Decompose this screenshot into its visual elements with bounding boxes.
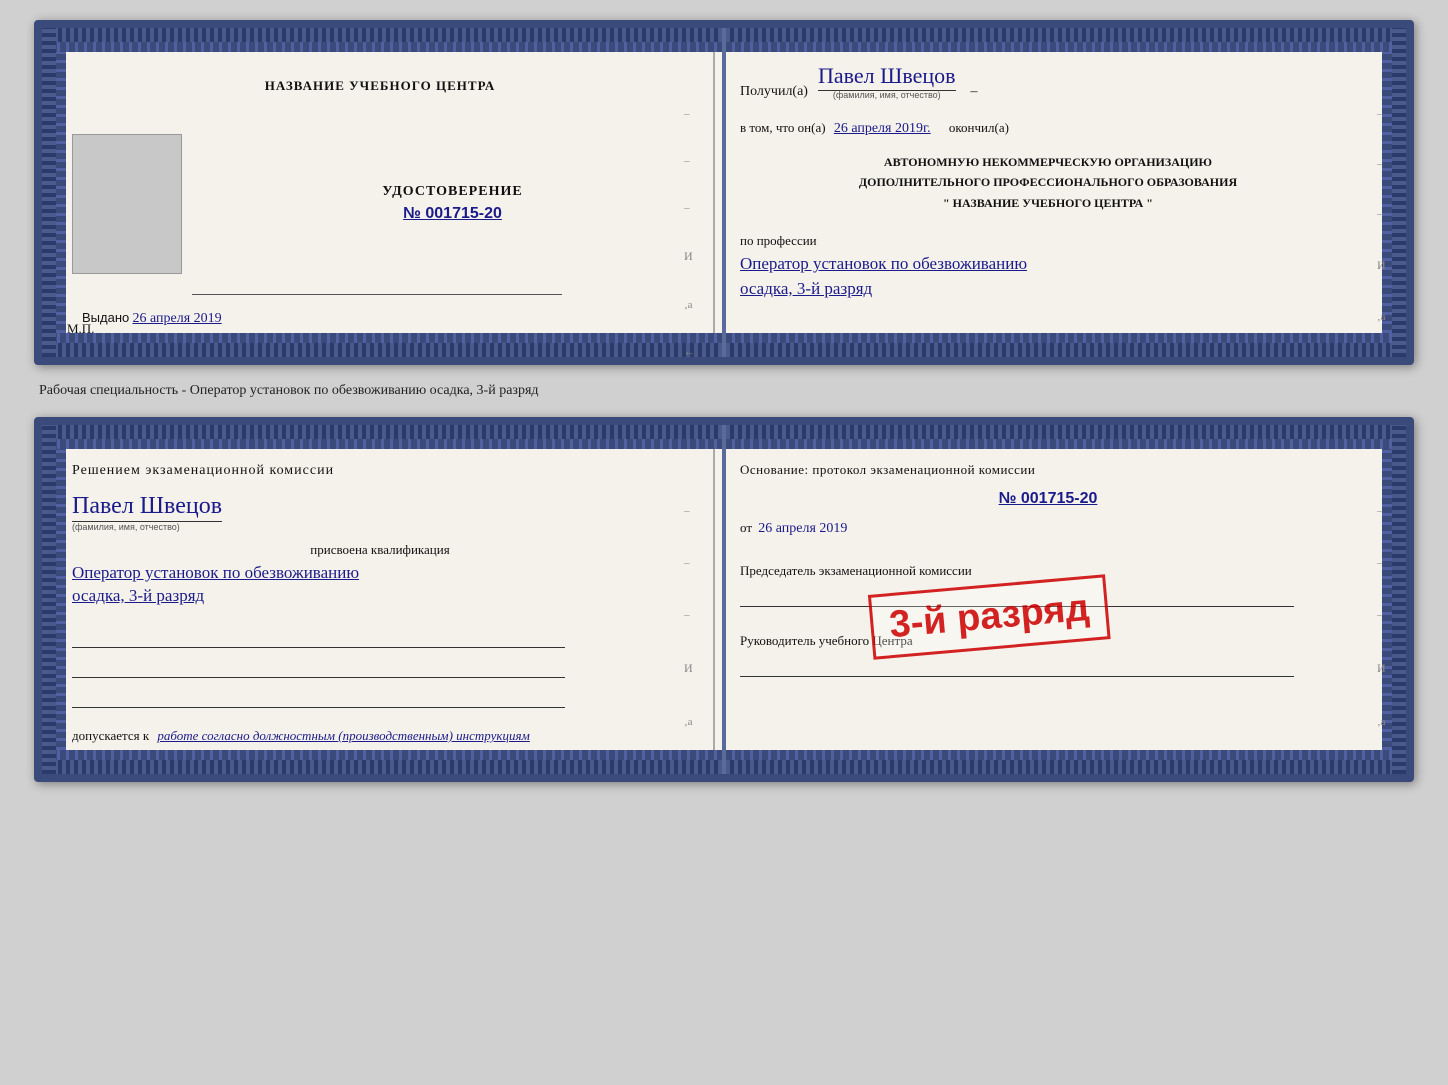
decision-title: Решением экзаменационной комиссии	[72, 460, 688, 481]
director-sig-line	[740, 655, 1294, 677]
caption: Рабочая специальность - Оператор установ…	[34, 383, 1414, 399]
protocol-number: № 001715-20	[740, 490, 1356, 508]
cert-date-row: в том, что он(а) 26 апреля 2019г. окончи…	[740, 120, 1356, 137]
training-center-title: НАЗВАНИЕ УЧЕБНОГО ЦЕНТРА	[72, 78, 688, 94]
basis-title: Основание: протокол экзаменационной коми…	[740, 460, 1356, 480]
recipient-name: Павел Швецов	[818, 63, 956, 91]
cert-label: УДОСТОВЕРЕНИЕ	[217, 184, 688, 200]
date-handwritten: 26 апреля 2019г.	[834, 121, 931, 136]
org-line1: АВТОНОМНУЮ НЕКОММЕРЧЕСКУЮ ОРГАНИЗАЦИЮ	[740, 152, 1356, 172]
profession-value: Оператор установок по обезвоживанию	[740, 254, 1356, 274]
allow-row: допускается к работе согласно должностны…	[72, 728, 688, 744]
issued-date: 26 апреля 2019	[133, 311, 222, 326]
person-name: Павел Швецов	[72, 493, 222, 522]
profession-sub: осадка, 3-й разряд	[740, 279, 1356, 299]
fio-hint-2: (фамилия, имя, отчество)	[72, 522, 688, 532]
qualification-sub: осадка, 3-й разряд	[72, 586, 688, 606]
signature-lines	[72, 626, 688, 708]
qualification-value: Оператор установок по обезвоживанию	[72, 563, 688, 583]
first-spread-left: НАЗВАНИЕ УЧЕБНОГО ЦЕНТРА УДОСТОВЕРЕНИЕ №…	[42, 28, 715, 357]
allow-label: допускается к	[72, 728, 149, 743]
chairman-label: Председатель экзаменационной комиссии	[740, 562, 1356, 580]
first-spread-right: Получил(а) Павел Швецов (фамилия, имя, о…	[715, 28, 1406, 357]
right-margins: – – – И ‚а ← – – –	[684, 108, 695, 365]
qualification-label: присвоена квалификация	[72, 542, 688, 558]
org-block: АВТОНОМНУЮ НЕКОММЕРЧЕСКУЮ ОРГАНИЗАЦИЮ ДО…	[740, 152, 1356, 213]
received-label: Получил(а)	[740, 84, 808, 100]
right-markers-2: – – – И ‚а ← – – –	[1377, 108, 1388, 365]
left-page2-markers: – – – И ‚а ← – – –	[684, 505, 695, 782]
first-spread: НАЗВАНИЕ УЧЕБНОГО ЦЕНТРА УДОСТОВЕРЕНИЕ №…	[34, 20, 1414, 365]
allow-value: работе согласно должностным (производств…	[157, 728, 529, 743]
profession-label: по профессии	[740, 233, 1356, 249]
cert-number: № 001715-20	[217, 205, 688, 223]
fio-hint: (фамилия, имя, отчество)	[818, 90, 956, 100]
date-value: 26 апреля 2019	[758, 521, 847, 536]
second-spread-left: Решением экзаменационной комиссии Павел …	[42, 425, 715, 774]
photo-placeholder	[72, 134, 182, 274]
date-prefix: от	[740, 520, 752, 535]
right-page2-markers: – – – И ‚а ← – – –	[1377, 505, 1388, 782]
cert-text-prefix: в том, что он(а)	[740, 120, 826, 135]
person-name-block: Павел Швецов (фамилия, имя, отчество)	[72, 493, 688, 532]
mp-label: М.П.	[67, 321, 94, 337]
cert-text-suffix: окончил(а)	[949, 120, 1009, 135]
second-spread: Решением экзаменационной комиссии Павел …	[34, 417, 1414, 782]
second-spread-right: Основание: протокол экзаменационной коми…	[715, 425, 1406, 774]
stamp-text: 3-й разряд	[887, 587, 1090, 646]
org-line2: ДОПОЛНИТЕЛЬНОГО ПРОФЕССИОНАЛЬНОГО ОБРАЗО…	[740, 172, 1356, 192]
org-line3: " НАЗВАНИЕ УЧЕБНОГО ЦЕНТРА "	[740, 193, 1356, 213]
date-row: от 26 апреля 2019	[740, 520, 1356, 537]
received-row: Получил(а) Павел Швецов (фамилия, имя, о…	[740, 63, 1356, 100]
